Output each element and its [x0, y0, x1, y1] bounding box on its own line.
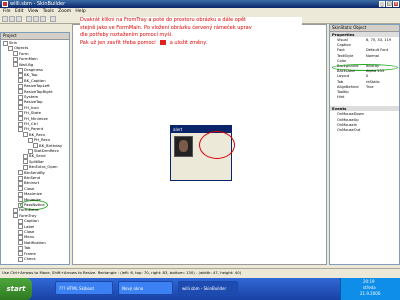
tree-item-label: FH_State [24, 110, 41, 116]
copy-icon[interactable] [33, 16, 39, 22]
tree-item-label: PH_Recv [34, 137, 51, 143]
instruction-line-4: Pak už jen zavřít třeba pomocí a uložit z… [80, 39, 302, 48]
close-button[interactable]: × [393, 1, 399, 7]
save-icon[interactable] [16, 16, 22, 22]
tree-item-label: Frame [24, 250, 36, 256]
tree-item-label: BK_Birthday [39, 142, 63, 148]
menu-view[interactable]: View [28, 8, 39, 15]
form-preview[interactable]: alert [170, 125, 235, 181]
tree-item-label: Close [24, 229, 35, 234]
instruction-line-2: stejně jako ve FormMain. Po vložení obrá… [80, 24, 252, 31]
tree-item-label: Notification [24, 239, 46, 245]
menu-edit[interactable]: Edit [15, 8, 24, 15]
tree-item-label: FH_Minimize [24, 115, 48, 121]
tree-item-label: BtnInsrt [24, 180, 40, 186]
paste-icon[interactable] [40, 16, 46, 22]
object-icon [18, 256, 23, 262]
task-novy-okno[interactable]: Nový okno [118, 281, 173, 295]
tree-item-label: FH_Ctrl [24, 121, 38, 126]
tree-item-label: FormMain [19, 56, 38, 62]
tree-item-label: Check [24, 256, 36, 261]
tree-item-label: ResizeTopLeft [24, 83, 50, 89]
property-section-header[interactable]: Events [330, 106, 399, 112]
tree-item-label: FormTray [19, 212, 37, 218]
instruction-line-4-text: Pak už jen zavřít třeba pomocí [80, 39, 156, 46]
property-row[interactable]: OnMouseOut [330, 128, 399, 133]
minimize-button[interactable]: _ [379, 1, 385, 7]
tree-item-label: ResizeTop [24, 99, 43, 105]
menubar: File Edit View Tools Zoom Help [0, 8, 400, 15]
instruction-note: Dvakrát klikni na FromTray a poté do pro… [80, 17, 302, 75]
tree-item-label: Skin [9, 40, 18, 45]
cut-icon[interactable] [26, 16, 32, 22]
tree-item-label: Wall.Bg [19, 61, 34, 67]
tree-item-label: BtnSend [24, 175, 41, 180]
tree-item-label: BtnExtra_Open [29, 164, 58, 170]
window-titlebar: willi.sbm - SkinBuilder _ □ × [0, 0, 400, 8]
undo-icon[interactable] [50, 16, 56, 22]
tray-date: 21.9.2006 [360, 291, 381, 296]
project-panel: Project Skin Objects Form FormMain Wall.Bg Dr… [0, 32, 70, 265]
menu-zoom[interactable]: Zoom [58, 8, 71, 15]
start-button[interactable]: start [0, 278, 32, 300]
tree-item-label: BK_Recv [29, 131, 46, 137]
tree-item-label: Minimize [24, 196, 41, 202]
properties-grid: Properties Visual 6, 70, 33, 119 Caption Fon… [330, 32, 399, 262]
tray-day: středa [363, 285, 376, 290]
tree-item-label: BK_Send [29, 153, 46, 159]
menu-help[interactable]: Help [75, 8, 85, 15]
tree-item-label: Tab [24, 245, 31, 251]
window-title: willi.sbm - SkinBuilder [10, 1, 66, 7]
tree-item-label: FH_Icon [24, 104, 39, 110]
tree-item-label: Draginess [24, 67, 43, 72]
tree-item-label: Maximize [24, 191, 42, 197]
status-bar: Use Ctrl+Arrows to Move, Shift+Arrows to… [0, 268, 400, 276]
tray-time: 20:19 [363, 279, 375, 284]
tree-item-label: BK_Top [24, 72, 38, 78]
instruction-line-5: a uložit změny. [169, 39, 208, 46]
tree-item-label: Form [19, 50, 29, 56]
tree-item-label: BK_Caption [24, 77, 46, 83]
property-key: OnMouseOut [337, 128, 361, 132]
tree-item-label: Objects [14, 45, 29, 51]
task-html-skiboot[interactable]: ??? HTML Skiboot [55, 281, 113, 295]
face-icon [179, 140, 188, 152]
tree-item-label: Caption [24, 218, 39, 224]
tree-item-label: ResizeTopRight [24, 88, 53, 94]
tree-item-label: Label [24, 223, 35, 229]
tree-item-label: FormExtra [19, 207, 39, 213]
maximize-button[interactable]: □ [386, 1, 392, 7]
tree-item-label: BtnSendBy [24, 169, 45, 175]
property-section-header[interactable]: Properties [330, 32, 399, 37]
taskbar: start ??? HTML Skiboot Nový okno willi.s… [0, 278, 400, 300]
project-tree: Skin Objects Form FormMain Wall.Bg Draginess B… [1, 40, 69, 264]
tray-image[interactable] [174, 136, 193, 157]
menu-file[interactable]: File [3, 8, 11, 15]
properties-panel-title: SkinStatic Object [330, 25, 399, 32]
tree-item-label: Close [24, 185, 35, 191]
task-skinbuilder[interactable]: willi.sbm - SkinBuilder [178, 281, 238, 295]
new-icon[interactable] [2, 16, 8, 22]
property-row[interactable]: Hint [330, 95, 399, 100]
tree-item[interactable]: Check [18, 256, 36, 262]
tree-item-label: FH_Parent [24, 126, 44, 132]
app-icon [2, 1, 8, 7]
tree-item-label: PassNotice [24, 202, 45, 207]
tree-item-label: SplitBar [29, 158, 44, 164]
properties-panel: SkinStatic Object Properties Visual 6, 70,… [329, 24, 400, 265]
system-tray: 20:19 středa 21.9.2006 [340, 278, 400, 300]
close-square-icon [159, 39, 166, 45]
open-icon[interactable] [9, 16, 15, 22]
tree-item-label: Menu [24, 234, 35, 240]
instruction-line-1: Dvakrát klikni na FromTray a poté do pro… [80, 17, 246, 23]
tree-item-label: System [24, 94, 39, 99]
project-panel-title: Project [1, 33, 69, 40]
selection-rectangle[interactable] [199, 131, 235, 159]
instruction-line-3: dle potřeby roztažením pomocí myši. [80, 32, 173, 38]
property-key: Hint [337, 95, 345, 100]
menu-tools[interactable]: Tools [43, 8, 54, 15]
tree-item-label: StatDrmRecv [34, 148, 59, 153]
